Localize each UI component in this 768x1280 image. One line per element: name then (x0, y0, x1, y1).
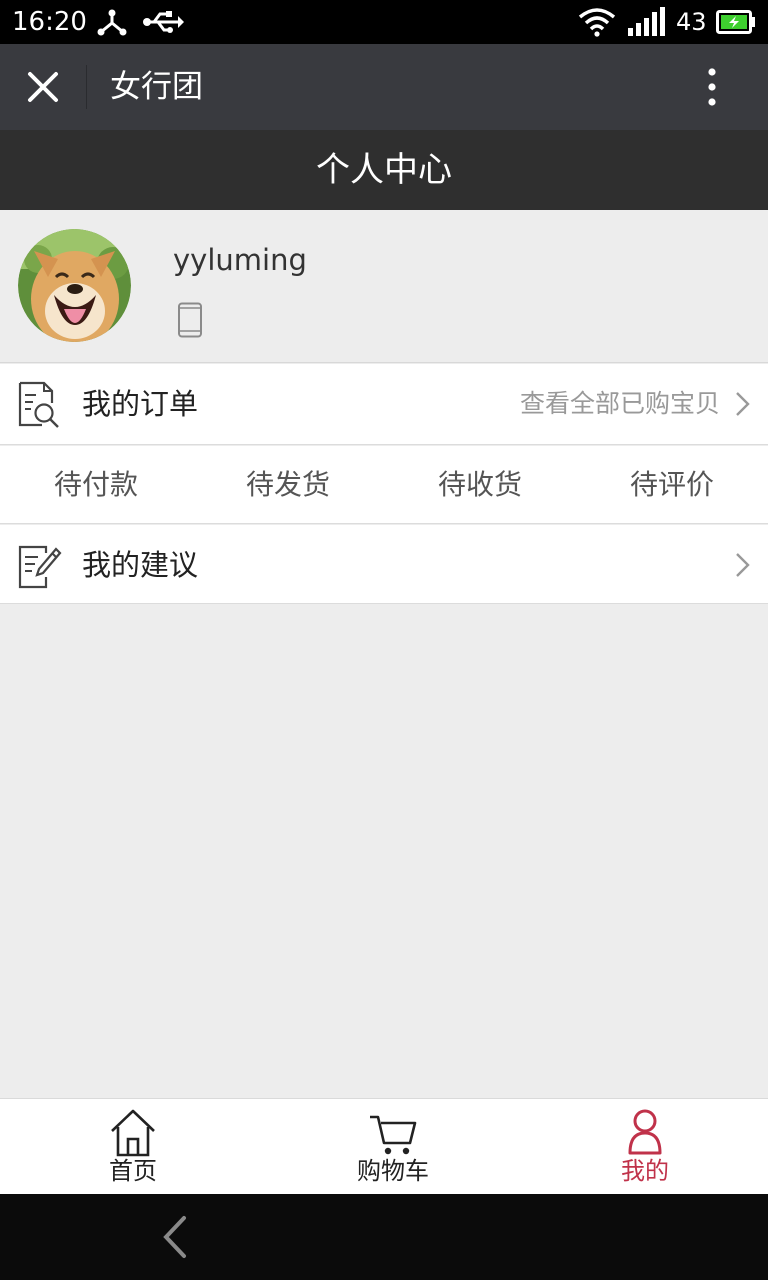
my-orders-label: 我的订单 (82, 387, 199, 421)
pending-shipment-tab[interactable]: 待发货 (192, 446, 384, 524)
usb-tether-icon (96, 6, 128, 42)
battery-charging-icon (716, 10, 756, 38)
phone-icon[interactable] (177, 302, 203, 338)
nav-mine-label: 我的 (621, 1157, 669, 1185)
edit-note-icon (16, 543, 62, 591)
back-arrow-icon (163, 1216, 186, 1258)
my-suggestions-label: 我的建议 (82, 548, 199, 582)
cart-icon (368, 1107, 418, 1157)
nav-home[interactable]: 首页 (5, 1099, 261, 1195)
close-icon (28, 72, 58, 102)
order-status-row: 待付款 待发货 待收货 待评价 (0, 446, 768, 524)
pending-receipt-tab[interactable]: 待收货 (384, 446, 576, 524)
webview-title: 女行团 (110, 69, 203, 105)
bottom-nav: 首页 购物车 我的 (0, 1098, 768, 1194)
order-search-icon (16, 381, 62, 429)
nav-mine[interactable]: 我的 (517, 1099, 768, 1195)
nav-cart[interactable]: 购物车 (265, 1099, 521, 1195)
home-icon (108, 1107, 158, 1157)
wifi-icon (578, 6, 616, 42)
signal-icon (626, 6, 666, 42)
page-title: 个人中心 (0, 130, 768, 210)
nav-home-label: 首页 (109, 1157, 157, 1185)
chevron-right-icon (734, 551, 752, 579)
more-vertical-icon (708, 68, 716, 106)
my-suggestions-row[interactable]: 我的建议 (0, 525, 768, 604)
status-time: 16:20 (12, 7, 87, 37)
system-back-button[interactable] (156, 1214, 196, 1260)
my-orders-row[interactable]: 我的订单 查看全部已购宝贝 (0, 364, 768, 445)
webview-top-bar: 女行团 (0, 44, 768, 130)
user-icon (620, 1107, 670, 1157)
system-nav-bar (0, 1194, 768, 1280)
profile-section: yyluming (0, 210, 768, 363)
avatar[interactable] (18, 229, 131, 342)
chevron-right-icon (734, 390, 752, 418)
usb-icon (142, 6, 184, 42)
pending-payment-tab[interactable]: 待付款 (0, 446, 192, 524)
more-button[interactable] (692, 66, 732, 108)
nav-cart-label: 购物车 (357, 1157, 429, 1185)
status-bar: 16:20 43 (0, 0, 768, 44)
divider (86, 65, 87, 109)
username: yyluming (173, 243, 307, 277)
close-button[interactable] (22, 66, 64, 108)
view-all-orders-link[interactable]: 查看全部已购宝贝 (520, 384, 720, 424)
pending-review-tab[interactable]: 待评价 (576, 446, 768, 524)
battery-level: 43 (676, 8, 707, 36)
